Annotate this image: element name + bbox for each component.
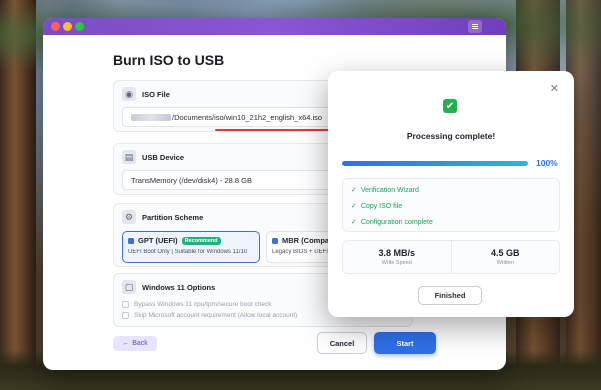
disc-icon: ◉: [122, 87, 136, 101]
menu-button[interactable]: [468, 20, 482, 33]
write-speed-value: 3.8 MB/s: [378, 248, 415, 258]
maximize-window-button[interactable]: [75, 22, 84, 31]
gpt-option-card[interactable]: GPT (UEFI) Recommend UEFI Boot Only | Su…: [122, 231, 260, 263]
list-item: ✓ Verification Wizard: [351, 182, 551, 198]
checkmark-icon: ✓: [351, 187, 357, 194]
arrow-left-icon: ←: [122, 340, 130, 347]
windows-icon: ▢: [122, 280, 136, 294]
checkmark-icon: ✓: [351, 219, 357, 226]
partition-section-title: Partition Scheme: [142, 212, 204, 222]
success-check-icon: ✔: [443, 99, 457, 113]
menu-icon: [472, 24, 478, 25]
bypass-label: Bypass Windows 11 cpu/tpm/secure boot ch…: [134, 301, 272, 308]
selected-indicator: [128, 237, 134, 244]
skip-account-checkbox[interactable]: [122, 312, 129, 319]
highlight-underline: [215, 129, 331, 131]
gpt-option-desc: UEFI Boot Only | Suitable for Windows 11…: [128, 249, 248, 255]
write-speed-stat: 3.8 MB/s Write Speed: [343, 241, 451, 273]
bypass-checkbox[interactable]: [122, 301, 129, 308]
back-label: Back: [132, 340, 148, 347]
back-button[interactable]: ← Back: [113, 336, 157, 351]
usb-device-value: TransMemory (/dev/disk4) - 28.8 GB: [131, 175, 253, 185]
progress-bar: [342, 161, 528, 166]
start-button[interactable]: Start: [374, 332, 436, 354]
list-item: ✓ Configuration complete: [351, 214, 551, 230]
write-speed-label: Write Speed: [381, 260, 412, 266]
gear-icon: ⚙: [122, 210, 136, 224]
stats-panel: 3.8 MB/s Write Speed 4.5 GB Written: [342, 240, 560, 274]
gpt-option-name: GPT (UEFI): [138, 236, 178, 245]
usb-drive-icon: ▤: [122, 150, 136, 164]
processing-complete-dialog: ✕ ✔ Processing complete! 100% ✓ Verifica…: [328, 71, 574, 317]
cancel-button[interactable]: Cancel: [317, 332, 367, 354]
redacted-path: [131, 113, 171, 121]
list-item: ✓ Copy ISO file: [351, 198, 551, 214]
iso-section-title: ISO File: [142, 89, 170, 99]
dialog-title: Processing complete!: [406, 131, 496, 141]
step-label: Configuration complete: [360, 218, 433, 226]
option-indicator: [272, 237, 278, 244]
win11-section-title: Windows 11 Options: [142, 282, 216, 292]
written-label: Written: [496, 260, 514, 266]
checkmark-icon: ✓: [351, 203, 357, 210]
progress-fill: [342, 161, 528, 166]
page-title: Burn ISO to USB: [113, 52, 225, 68]
mbr-option-name: MBR (Compat: [282, 236, 332, 245]
close-icon[interactable]: ✕: [550, 82, 559, 95]
close-window-button[interactable]: [51, 22, 60, 31]
step-label: Verification Wizard: [360, 186, 419, 194]
step-label: Copy ISO file: [360, 202, 403, 210]
minimize-window-button[interactable]: [63, 22, 72, 31]
finished-button[interactable]: Finished: [418, 286, 482, 305]
skip-account-label: Skip Microsoft account requirement (Allo…: [134, 312, 298, 319]
steps-list: ✓ Verification Wizard ✓ Copy ISO file ✓ …: [342, 178, 560, 232]
iso-path-text: /Documents/iso/win10_21h2_english_x64.is…: [172, 112, 323, 122]
title-bar: [43, 18, 506, 35]
progress-percent: 100%: [536, 158, 558, 168]
usb-section-title: USB Device: [142, 152, 185, 162]
written-value: 4.5 GB: [490, 248, 520, 258]
written-stat: 4.5 GB Written: [450, 241, 560, 273]
recommend-badge: Recommend: [181, 236, 221, 245]
